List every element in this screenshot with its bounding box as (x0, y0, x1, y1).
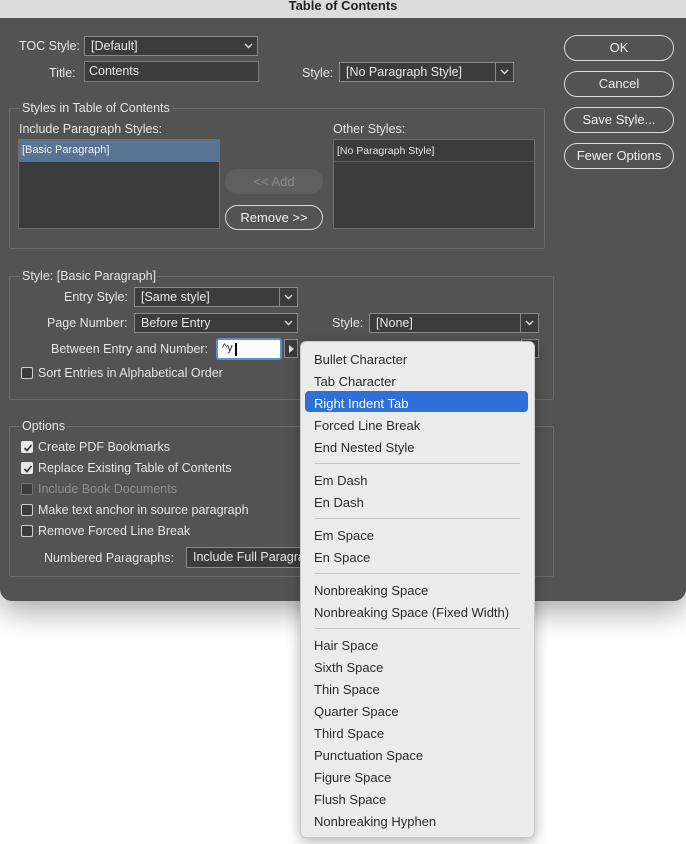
menu-separator (315, 463, 520, 464)
special-characters-menu-button[interactable] (284, 339, 298, 358)
menu-item[interactable]: Flush Space (314, 792, 386, 807)
menu-item[interactable]: Punctuation Space (314, 748, 423, 763)
menu-item[interactable]: Sixth Space (314, 660, 383, 675)
menu-item[interactable]: En Dash (314, 495, 364, 510)
remove-forced-line-break-checkbox[interactable] (21, 525, 33, 537)
menu-item[interactable]: Bullet Character (314, 352, 407, 367)
menu-item[interactable]: Nonbreaking Hyphen (314, 814, 436, 829)
title-style-select[interactable]: [No Paragraph Style] (339, 62, 514, 82)
options-title: Options (20, 419, 68, 433)
styles-in-toc-title: Styles in Table of Contents (20, 101, 172, 115)
include-book-documents-label: Include Book Documents (38, 482, 177, 496)
sort-entries-checkbox[interactable] (21, 367, 33, 379)
numbered-paragraphs-select[interactable]: Include Full Paragra (186, 547, 316, 568)
menu-item[interactable]: Em Space (314, 528, 374, 543)
entry-style-value: [Same style] (141, 290, 210, 304)
between-entry-label: Between Entry and Number: (51, 342, 209, 356)
menu-item-selected[interactable]: Right Indent Tab (314, 396, 408, 411)
menu-item[interactable]: Em Dash (314, 473, 367, 488)
title-style-label: Style: (302, 66, 334, 80)
page-number-style-select[interactable]: [None] (369, 313, 539, 333)
page-number-select[interactable]: Before Entry (134, 313, 298, 333)
menu-item[interactable]: Quarter Space (314, 704, 399, 719)
page-number-style-label: Style: (332, 316, 364, 330)
menu-separator (315, 628, 520, 629)
entry-style-select[interactable]: [Same style] (134, 287, 298, 307)
page-number-label: Page Number: (47, 316, 128, 330)
entry-style-label: Entry Style: (64, 290, 128, 304)
between-entry-value: ^y (222, 342, 233, 354)
create-pdf-bookmarks-label: Create PDF Bookmarks (38, 440, 170, 454)
special-characters-menu: Bullet Character Tab Character Right Ind… (300, 341, 535, 838)
checkmark-icon (23, 465, 33, 473)
make-text-anchor-label: Make text anchor in source paragraph (38, 503, 249, 517)
include-styles-label: Include Paragraph Styles: (19, 122, 163, 136)
checkmark-icon (23, 444, 33, 452)
menu-item[interactable]: Nonbreaking Space (314, 583, 428, 598)
title-style-value: [No Paragraph Style] (346, 65, 463, 79)
menu-item[interactable]: Figure Space (314, 770, 391, 785)
text-cursor (235, 343, 237, 356)
save-style-button[interactable]: Save Style... (564, 107, 674, 133)
include-book-documents-checkbox[interactable] (21, 483, 33, 495)
menu-item[interactable]: Third Space (314, 726, 384, 741)
sort-entries-label: Sort Entries in Alphabetical Order (38, 366, 223, 380)
chevron-down-icon (240, 37, 257, 55)
menu-item[interactable]: Thin Space (314, 682, 380, 697)
make-text-anchor-checkbox[interactable] (21, 504, 33, 516)
list-item[interactable]: [No Paragraph Style] (337, 145, 434, 157)
menu-item[interactable]: Hair Space (314, 638, 378, 653)
include-styles-list[interactable]: [Basic Paragraph] (18, 139, 220, 229)
toc-style-label: TOC Style: (19, 39, 80, 53)
triangle-right-icon (289, 345, 294, 353)
chevron-down-icon (495, 63, 513, 81)
cancel-button[interactable]: Cancel (564, 71, 674, 97)
toc-style-value: [Default] (91, 39, 138, 53)
window-title: Table of Contents (0, 0, 686, 18)
toc-style-select[interactable]: [Default] (84, 36, 258, 56)
menu-separator (315, 573, 520, 574)
menu-separator (315, 518, 520, 519)
chevron-down-icon (279, 288, 297, 306)
fewer-options-button[interactable]: Fewer Options (564, 143, 674, 169)
page-number-value: Before Entry (141, 316, 211, 330)
menu-item[interactable]: Forced Line Break (314, 418, 420, 433)
chevron-down-icon (280, 314, 297, 332)
ok-button[interactable]: OK (564, 35, 674, 61)
other-styles-label: Other Styles: (333, 122, 406, 136)
replace-existing-toc-label: Replace Existing Table of Contents (38, 461, 232, 475)
replace-existing-toc-checkbox[interactable] (21, 462, 33, 474)
between-entry-input[interactable]: ^y (216, 338, 282, 360)
menu-item[interactable]: Nonbreaking Space (Fixed Width) (314, 605, 509, 620)
other-styles-list[interactable]: [No Paragraph Style] (333, 139, 535, 229)
create-pdf-bookmarks-checkbox[interactable] (21, 441, 33, 453)
remove-button[interactable]: Remove >> (225, 205, 323, 230)
menu-item[interactable]: End Nested Style (314, 440, 414, 455)
chevron-down-icon (520, 314, 538, 332)
remove-forced-line-break-label: Remove Forced Line Break (38, 524, 191, 538)
numbered-paragraphs-label: Numbered Paragraphs: (44, 551, 174, 565)
title-label: Title: (49, 66, 76, 80)
menu-item[interactable]: En Space (314, 550, 370, 565)
add-button[interactable]: << Add (225, 169, 323, 194)
list-item[interactable]: [Basic Paragraph] (22, 144, 109, 156)
page-number-style-value: [None] (376, 316, 413, 330)
title-input[interactable]: Contents (84, 61, 259, 82)
style-settings-title: Style: [Basic Paragraph] (20, 269, 159, 283)
menu-item[interactable]: Tab Character (314, 374, 396, 389)
